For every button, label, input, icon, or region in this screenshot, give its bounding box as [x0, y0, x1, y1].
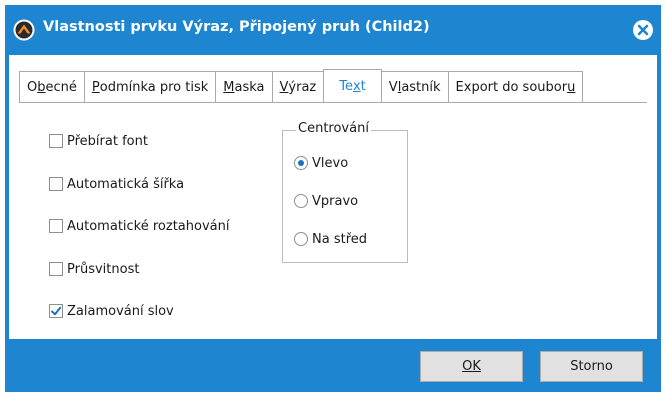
checkbox-prebirat-font[interactable]: Přebírat font	[49, 132, 148, 150]
cancel-button[interactable]: Storno	[540, 351, 643, 382]
tab-panel-border	[19, 102, 647, 103]
dialog-title: Vlastnosti prvku Výraz, Připojený pruh (…	[43, 19, 430, 35]
checkbox-zalamovani-slov[interactable]: Zalamování slov	[49, 302, 174, 320]
checkbox-box[interactable]	[49, 134, 63, 148]
close-icon[interactable]	[631, 18, 655, 42]
tab-bar: Ob ecné Podmínka pro tisk Maska Výraz Te x…	[19, 69, 584, 103]
radio-label: Vpravo	[312, 193, 359, 209]
radio-button[interactable]	[294, 194, 308, 208]
checkbox-box[interactable]	[49, 262, 63, 276]
properties-dialog: Vlastnosti prvku Výraz, Připojený pruh (…	[5, 5, 661, 392]
radio-button[interactable]	[294, 232, 308, 246]
dialog-content: Ob ecné Podmínka pro tisk Maska Výraz Te x…	[9, 55, 657, 339]
checkbox-label: Přebírat font	[67, 133, 148, 149]
checkbox-label: Průsvitnost	[67, 261, 140, 277]
radio-label: Vlevo	[312, 155, 349, 171]
radio-vlevo[interactable]: Vlevo	[294, 154, 348, 172]
tab-text[interactable]: Te x t	[323, 69, 382, 103]
checkbox-box[interactable]	[49, 304, 63, 318]
checkbox-automaticke-roztahovani[interactable]: Automatické roztahování	[49, 217, 229, 235]
tab-maska[interactable]: Maska	[215, 71, 272, 103]
tab-obecne[interactable]: Ob ecné	[19, 71, 84, 103]
ok-button[interactable]: OK	[420, 351, 523, 382]
checkbox-label: Automatická šířka	[67, 176, 185, 192]
group-legend: Centrování	[296, 121, 371, 136]
tab-export-do-souboru[interactable]: Export do soubor u	[447, 71, 584, 103]
radio-vpravo[interactable]: Vpravo	[294, 192, 358, 210]
app-logo-icon	[13, 19, 35, 41]
ok-button-label: OK	[462, 359, 481, 374]
dialog-footer: OK Storno	[5, 339, 661, 392]
checkmark-icon	[51, 306, 62, 316]
checkbox-automaticka-sirka[interactable]: Automatická šířka	[49, 175, 184, 193]
radio-label: Na střed	[312, 231, 368, 247]
checkbox-label: Automatické roztahování	[67, 218, 230, 234]
tab-vlastnik[interactable]: Vl astník	[381, 71, 448, 103]
checkbox-box[interactable]	[49, 177, 63, 191]
checkbox-box[interactable]	[49, 219, 63, 233]
centering-group: Centrování Vlevo Vpravo Na střed	[282, 121, 408, 263]
radio-dot	[298, 160, 304, 166]
tab-vyraz[interactable]: Výraz	[271, 71, 324, 103]
title-bar[interactable]: Vlastnosti prvku Výraz, Připojený pruh (…	[5, 5, 661, 55]
radio-button[interactable]	[294, 156, 308, 170]
checkbox-label: Zalamování slov	[67, 303, 174, 319]
tab-podminka-pro-tisk[interactable]: Podmínka pro tisk	[83, 71, 216, 103]
checkbox-prusvitnost[interactable]: Průsvitnost	[49, 260, 139, 278]
radio-na-stred[interactable]: Na střed	[294, 230, 367, 248]
